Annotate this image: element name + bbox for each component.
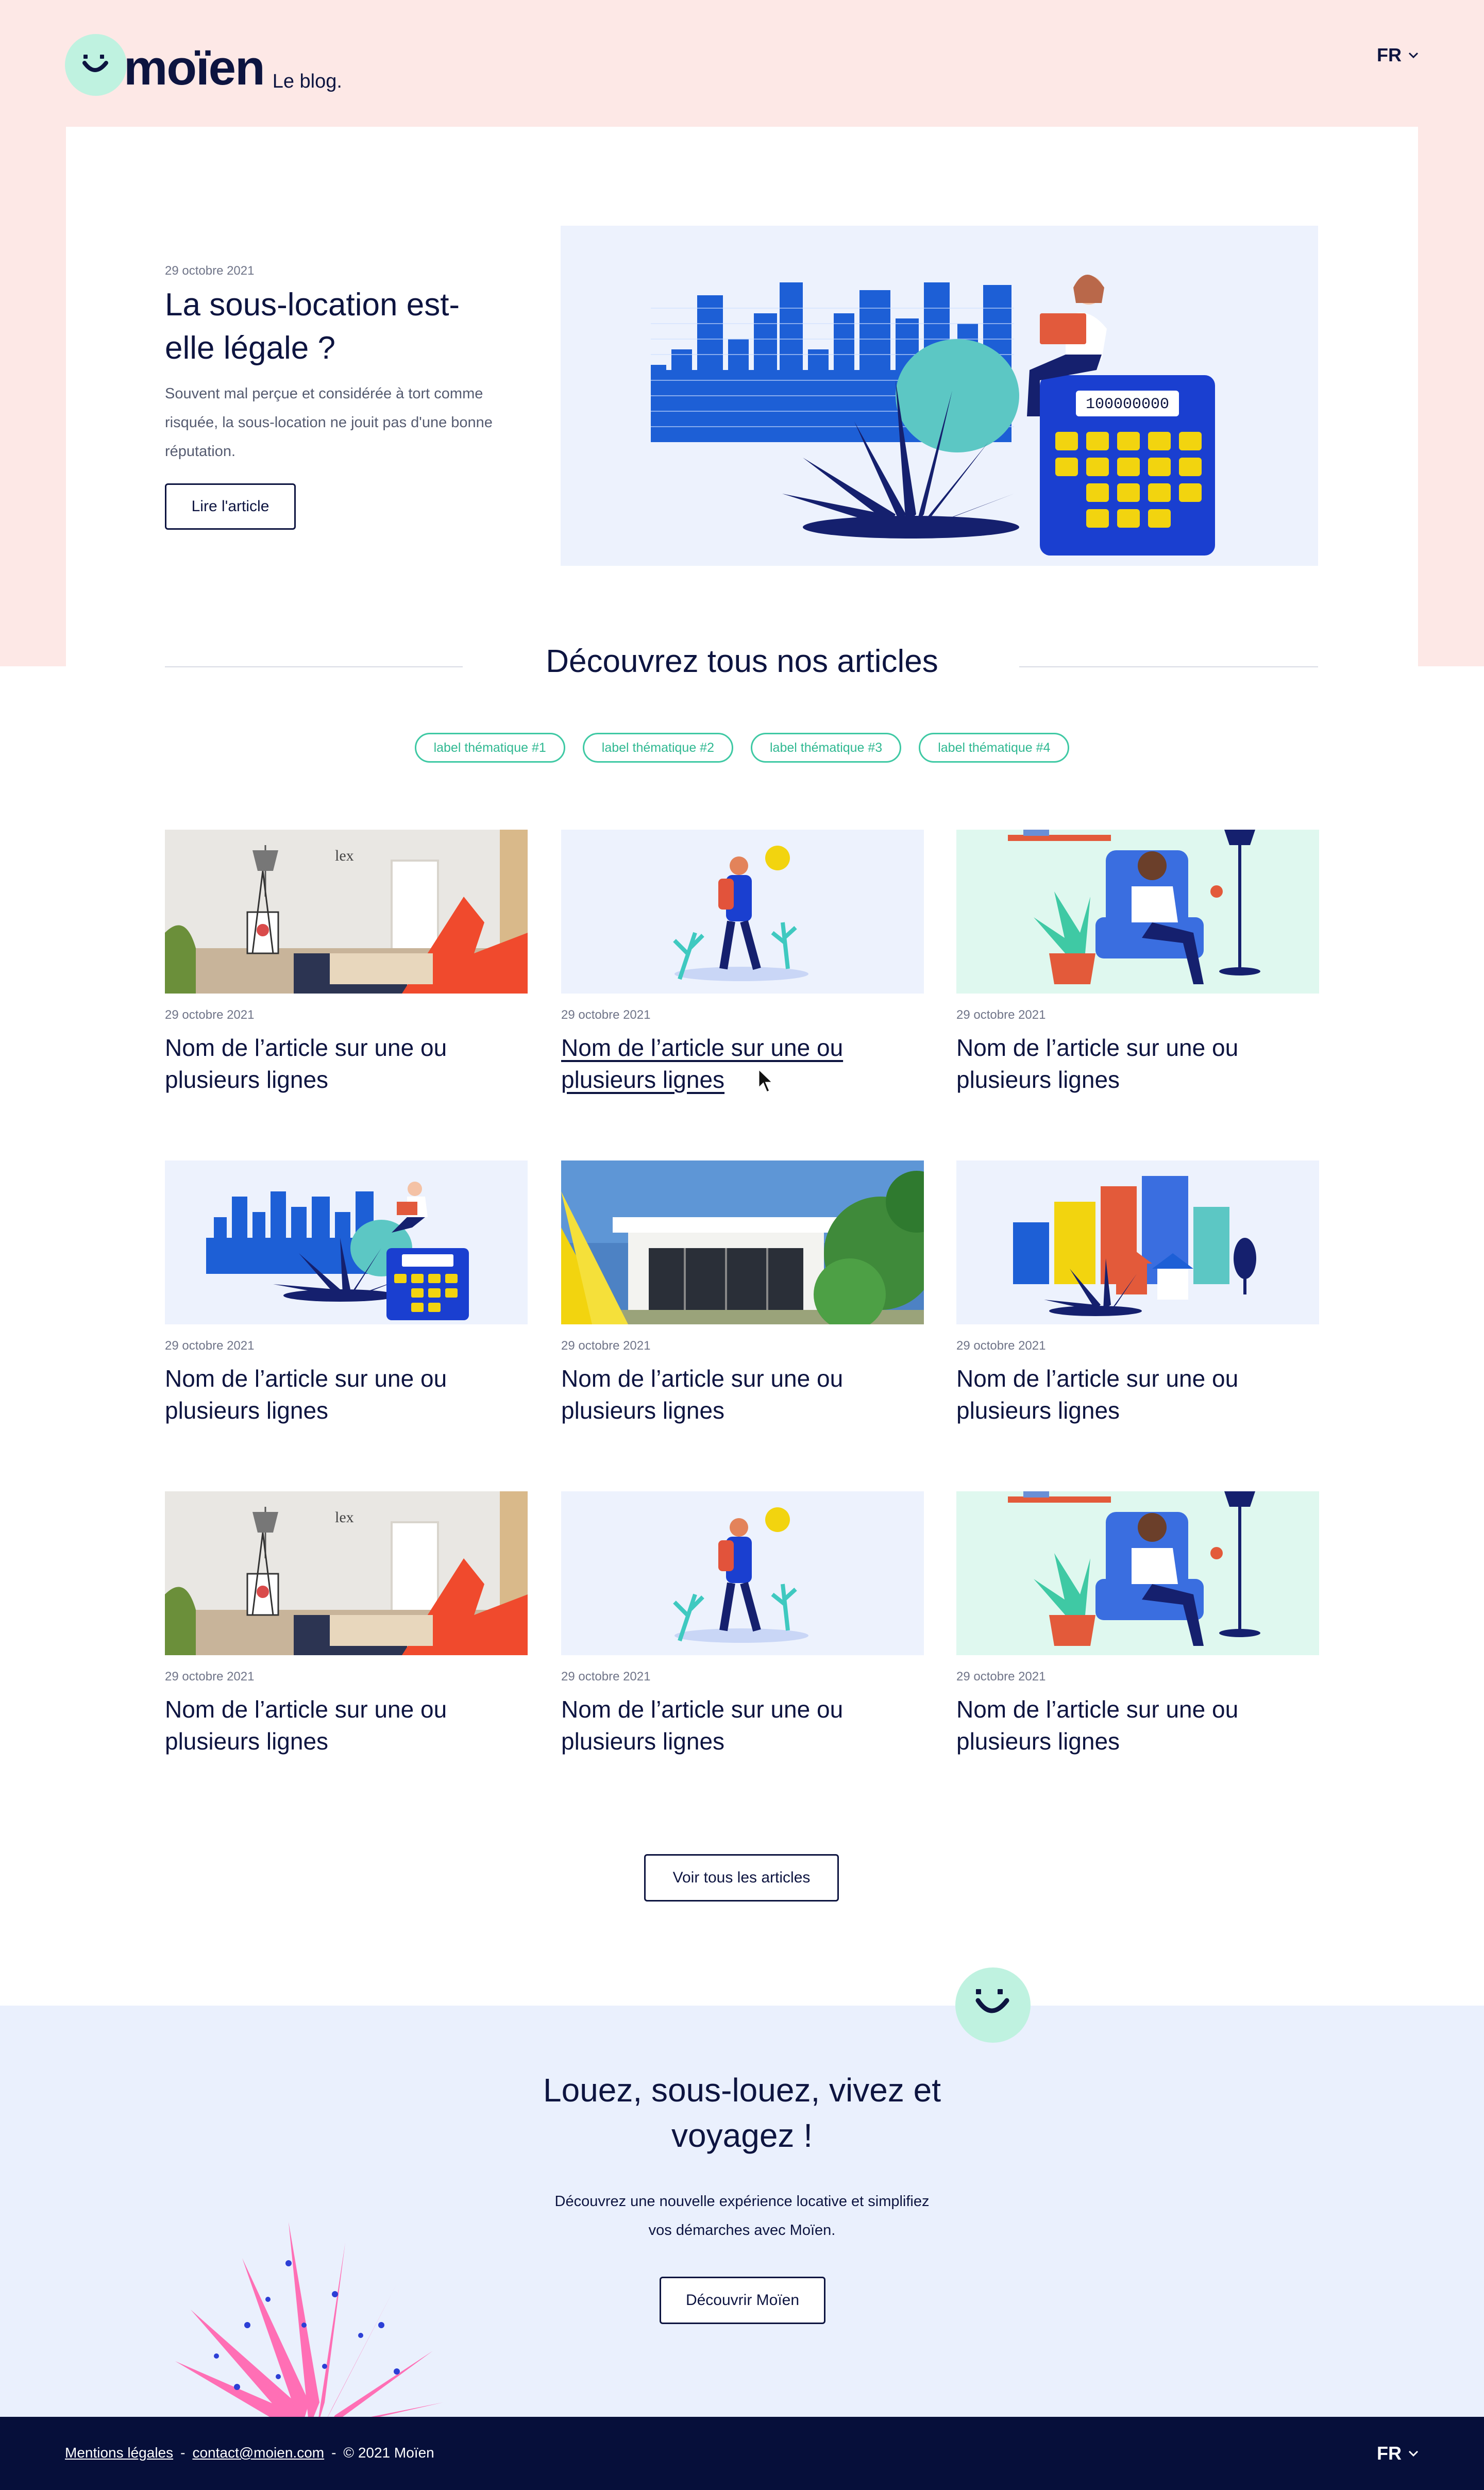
copyright: © 2021 Moïen bbox=[343, 2445, 434, 2461]
footer-language-selector[interactable]: FR bbox=[1377, 2443, 1419, 2464]
featured-image[interactable]: 100000000 bbox=[561, 226, 1318, 566]
language-selector[interactable]: FR bbox=[1377, 44, 1419, 66]
article-image[interactable] bbox=[561, 1160, 924, 1324]
svg-text:lex: lex bbox=[335, 1509, 354, 1526]
cta-text: Découvrez une nouvelle expérience locati… bbox=[0, 2187, 1484, 2245]
article-image[interactable] bbox=[561, 830, 924, 994]
article-title[interactable]: Nom de l’article sur une ou plusieurs li… bbox=[956, 1032, 1319, 1096]
article-date: 29 octobre 2021 bbox=[561, 1670, 651, 1684]
article-date: 29 octobre 2021 bbox=[956, 1670, 1046, 1684]
article-image[interactable] bbox=[956, 1491, 1319, 1655]
cta-title-line: Louez, sous-louez, vivez et bbox=[543, 2072, 941, 2109]
article-card[interactable]: 29 octobre 2021 Nom de l’article sur une… bbox=[561, 1160, 924, 1426]
article-image[interactable] bbox=[956, 830, 1319, 994]
article-image[interactable]: lex bbox=[165, 1491, 528, 1655]
tag-list: label thématique #1 label thématique #2 … bbox=[0, 733, 1484, 763]
featured-article: 29 octobre 2021 La sous-location est-ell… bbox=[66, 127, 1418, 668]
discover-moien-button[interactable]: Découvrir Moïen bbox=[660, 2277, 825, 2324]
article-title[interactable]: Nom de l’article sur une ou plusieurs li… bbox=[956, 1362, 1319, 1426]
svg-text:lex: lex bbox=[335, 847, 354, 864]
article-image[interactable] bbox=[561, 1491, 924, 1655]
logo-subtitle: Le blog. bbox=[272, 71, 342, 92]
logo-wordmark: moïen bbox=[124, 40, 265, 95]
article-card[interactable]: 29 octobre 2021 Nom de l’article sur une… bbox=[956, 1160, 1319, 1426]
contact-email-link[interactable]: contact@moien.com bbox=[192, 2445, 324, 2461]
tag-filter[interactable]: label thématique #1 bbox=[414, 733, 565, 763]
article-title[interactable]: Nom de l’article sur une ou plusieurs li… bbox=[956, 1693, 1319, 1757]
article-image[interactable] bbox=[165, 1160, 528, 1324]
article-date: 29 octobre 2021 bbox=[165, 1339, 255, 1353]
tag-filter[interactable]: label thématique #2 bbox=[582, 733, 733, 763]
article-image[interactable] bbox=[956, 1160, 1319, 1324]
article-card[interactable]: 29 octobre 2021 Nom de l’article sur une… bbox=[561, 830, 924, 1096]
article-card[interactable]: 29 octobre 2021 Nom de l’article sur une… bbox=[956, 1491, 1319, 1757]
article-date: 29 octobre 2021 bbox=[561, 1339, 651, 1353]
featured-date: 29 octobre 2021 bbox=[165, 264, 255, 278]
footer-language-label: FR bbox=[1377, 2443, 1402, 2464]
featured-description: Souvent mal perçue et considérée à tort … bbox=[165, 385, 493, 460]
chevron-down-icon bbox=[1408, 52, 1419, 59]
pink-plant-illustration bbox=[175, 2222, 443, 2417]
chevron-down-icon bbox=[1408, 2450, 1419, 2457]
article-date: 29 octobre 2021 bbox=[956, 1339, 1046, 1353]
calculator-display: 100000000 bbox=[1086, 396, 1169, 413]
smile-logo-icon bbox=[955, 1967, 1031, 2043]
logo[interactable]: moïen Le blog. bbox=[65, 34, 342, 96]
article-date: 29 octobre 2021 bbox=[561, 1008, 651, 1022]
footer-links: Mentions légales - contact@moien.com - ©… bbox=[65, 2445, 434, 2461]
mouse-cursor-icon bbox=[757, 1068, 775, 1094]
article-title[interactable]: Nom de l’article sur une ou plusieurs li… bbox=[561, 1362, 924, 1426]
article-date: 29 octobre 2021 bbox=[165, 1670, 255, 1684]
cta-title-line: voyagez ! bbox=[671, 2117, 813, 2154]
read-article-button[interactable]: Lire l'article bbox=[165, 483, 296, 530]
section-title: Découvrez tous nos articles bbox=[546, 644, 938, 679]
article-image[interactable]: lex bbox=[165, 830, 528, 994]
article-date: 29 octobre 2021 bbox=[165, 1008, 255, 1022]
footer: Mentions légales - contact@moien.com - ©… bbox=[0, 2417, 1484, 2490]
article-title[interactable]: Nom de l’article sur une ou plusieurs li… bbox=[561, 1032, 924, 1096]
article-date: 29 octobre 2021 bbox=[956, 1008, 1046, 1022]
article-title[interactable]: Nom de l’article sur une ou plusieurs li… bbox=[561, 1693, 924, 1757]
footer-separator: - bbox=[331, 2445, 336, 2461]
tag-filter[interactable]: label thématique #4 bbox=[919, 733, 1070, 763]
article-title[interactable]: Nom de l’article sur une ou plusieurs li… bbox=[165, 1362, 528, 1426]
article-title[interactable]: Nom de l’article sur une ou plusieurs li… bbox=[165, 1693, 528, 1757]
cta-text-line: vos démarches avec Moïen. bbox=[648, 2222, 836, 2239]
footer-separator: - bbox=[180, 2445, 185, 2461]
language-label: FR bbox=[1377, 44, 1402, 65]
article-card[interactable]: lex 29 octobre 2021 Nom de l’article sur… bbox=[165, 830, 528, 1096]
cta-title: Louez, sous-louez, vivez et voyagez ! bbox=[0, 2067, 1484, 2158]
legal-notice-link[interactable]: Mentions légales bbox=[65, 2445, 173, 2461]
see-all-articles-button[interactable]: Voir tous les articles bbox=[644, 1854, 839, 1902]
cta-text-line: Découvrez une nouvelle expérience locati… bbox=[554, 2193, 930, 2210]
tag-filter[interactable]: label thématique #3 bbox=[751, 733, 902, 763]
article-title[interactable]: Nom de l’article sur une ou plusieurs li… bbox=[165, 1032, 528, 1096]
featured-title[interactable]: La sous-location est-elle légale ? bbox=[165, 283, 505, 370]
article-card[interactable]: lex 29 octobre 2021 Nom de l’article sur… bbox=[165, 1491, 528, 1757]
logo-smile-icon bbox=[65, 34, 127, 96]
article-card[interactable]: 29 octobre 2021 Nom de l’article sur une… bbox=[165, 1160, 528, 1426]
article-card[interactable]: 29 octobre 2021 Nom de l’article sur une… bbox=[956, 830, 1319, 1096]
article-card[interactable]: 29 octobre 2021 Nom de l’article sur une… bbox=[561, 1491, 924, 1757]
